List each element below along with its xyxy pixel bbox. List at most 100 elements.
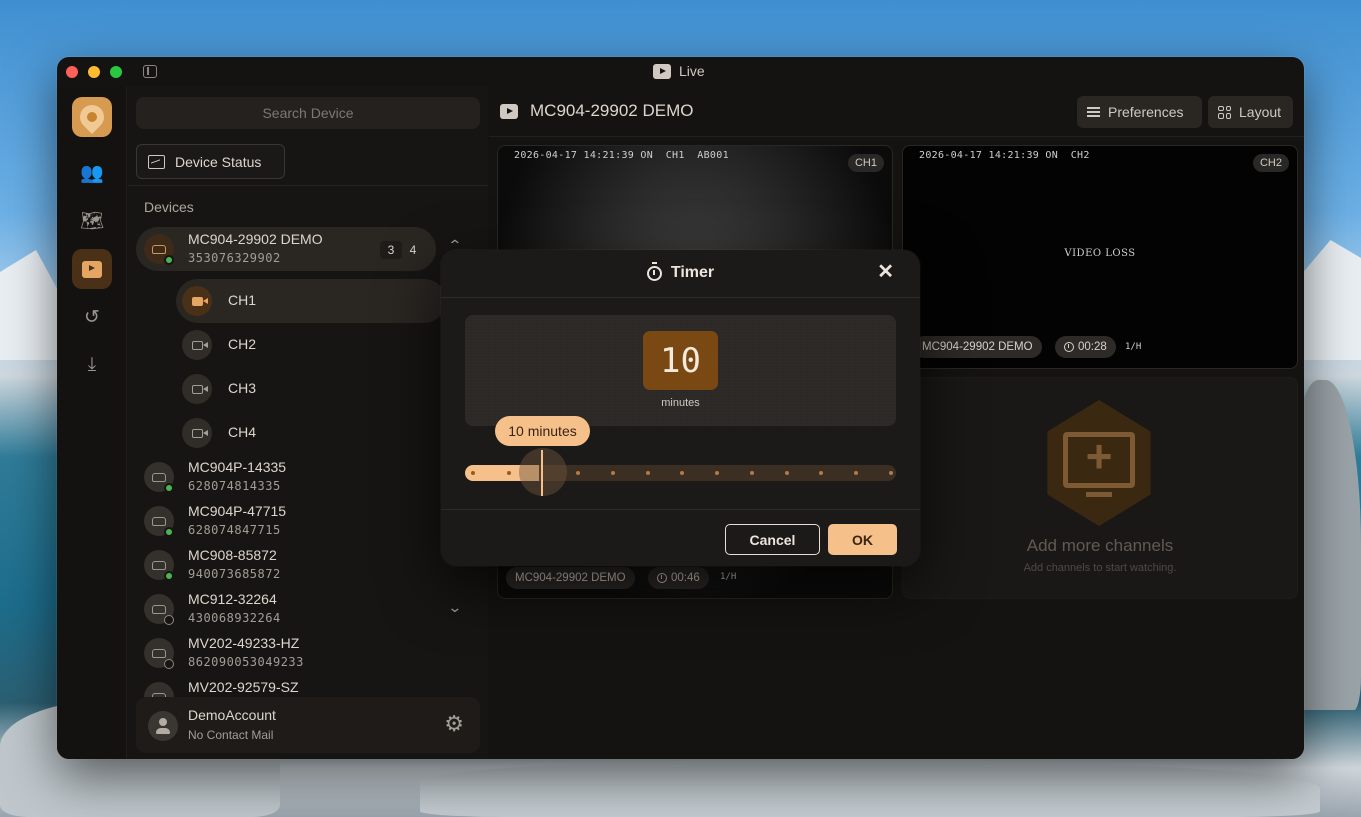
device-pill: MC904-29902 DEMO	[913, 336, 1042, 358]
device-row[interactable]: MC904-29902 DEMO 353076329902 3 4	[136, 227, 436, 271]
device-id: 940073685872	[188, 567, 281, 581]
online-status-dot	[164, 527, 174, 537]
rail-live[interactable]	[72, 249, 112, 289]
channel-row-ch4[interactable]: CH4	[176, 411, 446, 455]
elapsed-pill: 00:28	[1055, 336, 1116, 358]
slider-tick	[680, 471, 684, 475]
device-name: MC904-29902 DEMO	[188, 231, 323, 247]
elapsed-pill: 00:46	[648, 567, 709, 589]
slider-handle-halo[interactable]	[519, 448, 567, 496]
device-row[interactable]: MC904P-47715 628074847715	[136, 499, 436, 543]
video-osd: 2026-04-17 14:21:39 ON CH1 AB001	[514, 150, 729, 161]
channel-row-ch2[interactable]: CH2	[176, 323, 446, 367]
download-icon: ⤓	[87, 354, 97, 375]
online-status-dot	[164, 255, 174, 265]
page-title-text: MC904-29902 DEMO	[530, 101, 694, 120]
timer-value: 10	[643, 331, 718, 390]
grid-icon	[1218, 105, 1231, 119]
clock-icon	[1064, 342, 1074, 352]
video-loss-text: VIDEO LOSS	[1064, 248, 1136, 259]
chevron-down-icon[interactable]: ⌄	[447, 599, 462, 616]
device-list: MC904-29902 DEMO 353076329902 3 4 ⌃ CH1 …	[128, 227, 488, 752]
main-header: MC904-29902 DEMO Preferences Layout	[489, 87, 1304, 137]
search-input[interactable]: Search Device	[136, 97, 480, 129]
camera-icon	[182, 286, 212, 316]
channel-label: CH3	[228, 380, 257, 396]
close-window-button[interactable]	[66, 66, 78, 78]
device-status-label: Device Status	[175, 153, 262, 170]
rail-history[interactable]: ↺	[72, 297, 112, 337]
slider-tick	[471, 471, 475, 475]
elapsed-time: 00:28	[1078, 341, 1107, 353]
online-status-dot	[164, 483, 174, 493]
device-name: MC904P-14335	[188, 459, 287, 475]
device-name: MC912-32264	[188, 591, 277, 607]
slider-tick	[785, 471, 789, 475]
page-title: MC904-29902 DEMO	[500, 101, 693, 121]
account-panel[interactable]: DemoAccount No Contact Mail ⚙	[136, 697, 480, 753]
zoom-window-button[interactable]	[110, 66, 122, 78]
add-channels-tile[interactable]: Add more channels Add channels to start …	[902, 377, 1298, 599]
rail-map[interactable]: 🗺	[72, 201, 112, 241]
timer-display: 10 minutes	[465, 315, 896, 426]
slider-tick	[819, 471, 823, 475]
minimize-window-button[interactable]	[88, 66, 100, 78]
dialog-title: Timer	[441, 261, 920, 282]
slider-handle[interactable]	[541, 450, 543, 496]
device-row[interactable]: MV202-49233-HZ 862090053049233	[136, 631, 436, 675]
preferences-label: Preferences	[1108, 104, 1184, 120]
offline-status-dot	[164, 615, 174, 625]
add-channels-subtitle: Add channels to start watching.	[1023, 562, 1177, 574]
ok-button[interactable]: OK	[828, 524, 897, 555]
monitor-chart-icon	[148, 154, 165, 169]
channel-label: CH4	[228, 424, 257, 440]
titlebar: Live	[57, 57, 1304, 87]
rail-users[interactable]: 👥	[72, 153, 112, 193]
device-count-badge: 4	[409, 243, 417, 257]
device-status-button[interactable]: Device Status	[136, 144, 285, 179]
video-osd-extra: 1/H	[1125, 342, 1142, 352]
dialog-title-text: Timer	[670, 264, 715, 281]
device-id: 430068932264	[188, 611, 281, 625]
device-row[interactable]: MC912-32264 430068932264	[136, 587, 436, 631]
device-sidebar: Search Device Device Status Devices MC90…	[128, 87, 488, 759]
user-avatar-icon	[148, 711, 178, 741]
layout-button[interactable]: Layout	[1208, 96, 1293, 128]
search-placeholder: Search Device	[262, 105, 354, 121]
timer-dialog: Timer ✕ 10 minutes 10 minutes Cancel OK	[441, 250, 920, 566]
channel-badge: CH2	[1252, 154, 1289, 172]
app-logo[interactable]	[72, 97, 112, 137]
window-title-text: Live	[679, 63, 705, 79]
channel-row-ch3[interactable]: CH3	[176, 367, 446, 411]
live-play-icon	[500, 103, 518, 119]
preferences-button[interactable]: Preferences	[1077, 96, 1202, 128]
window-title: Live	[653, 63, 705, 79]
location-pin-icon	[75, 100, 109, 134]
device-name: MC908-85872	[188, 547, 277, 563]
dialog-header: Timer ✕	[441, 250, 920, 298]
cancel-button[interactable]: Cancel	[725, 524, 820, 555]
gear-icon[interactable]: ⚙	[444, 713, 464, 735]
camera-icon	[182, 374, 212, 404]
live-play-icon	[653, 63, 671, 79]
device-row[interactable]: MC904P-14335 628074814335	[136, 455, 436, 499]
slider-tick	[507, 471, 511, 475]
device-name: MV202-49233-HZ	[188, 635, 300, 651]
video-tile-ch2[interactable]: 2026-04-17 14:21:39 ON CH2 CH2 VIDEO LOS…	[902, 145, 1298, 369]
device-pill: MC904-29902 DEMO	[506, 567, 635, 589]
add-channels-title: Add more channels	[1026, 536, 1174, 555]
elapsed-time: 00:46	[671, 572, 700, 584]
stopwatch-icon	[646, 261, 662, 281]
rail-download[interactable]: ⤓	[72, 345, 112, 385]
camera-icon	[182, 418, 212, 448]
channel-row-ch1[interactable]: CH1	[176, 279, 446, 323]
divider	[128, 185, 488, 186]
slider-tick	[611, 471, 615, 475]
background-rock-bottom	[420, 760, 1320, 817]
sidebar-toggle-icon[interactable]	[143, 65, 157, 78]
close-icon[interactable]: ✕	[877, 262, 894, 282]
history-icon: ↺	[84, 306, 100, 328]
device-row[interactable]: MC908-85872 940073685872	[136, 543, 436, 587]
devices-heading: Devices	[144, 199, 194, 215]
channel-badge: CH1	[847, 154, 884, 172]
